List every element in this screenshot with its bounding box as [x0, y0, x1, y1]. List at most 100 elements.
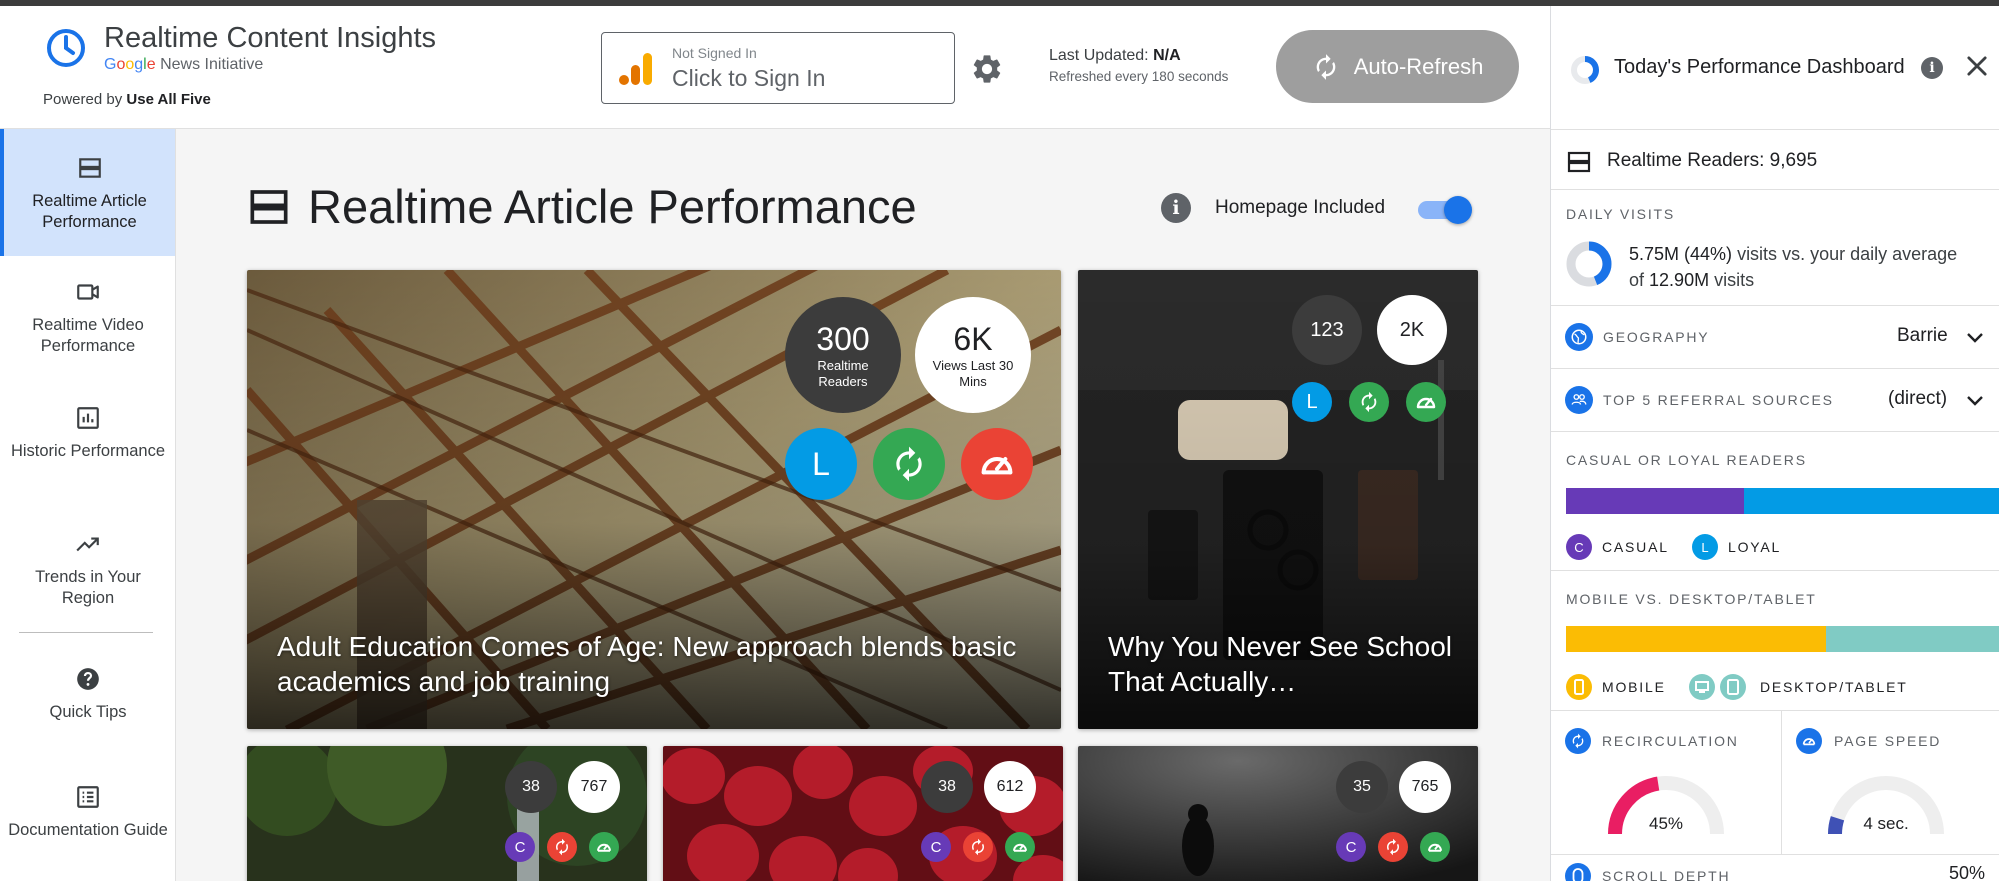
page-speed-icon [1005, 832, 1035, 862]
mobile-bar-fill [1566, 626, 1827, 652]
recirculation-icon [547, 832, 577, 862]
article-card-2[interactable]: 123 2K L Why You Never See School That A… [1078, 270, 1478, 729]
casual-badge: C [505, 832, 535, 862]
people-icon [1565, 386, 1593, 414]
sidebar-item-label: Historic Performance [10, 442, 166, 460]
powered-by: Powered by Use All Five [43, 91, 211, 108]
mobile-legend: MOBILE [1602, 679, 1666, 695]
realtime-readers-counter: 38 [921, 761, 973, 813]
article-icon [250, 190, 288, 224]
homepage-included-toggle[interactable] [1416, 196, 1472, 224]
performance-dashboard-panel: Today's Performance Dashboard i Realtime… [1550, 6, 1999, 881]
article-card-3[interactable]: 38 767 C [247, 746, 647, 881]
auto-refresh-button[interactable]: Auto-Refresh [1276, 30, 1519, 103]
main-content: Realtime Article Performance i Homepage … [176, 129, 1550, 881]
video-icon [77, 284, 99, 300]
referral-label: TOP 5 REFERRAL SOURCES [1603, 392, 1834, 408]
page-speed-value: 4 sec. [1863, 814, 1909, 833]
realtime-readers-total: Realtime Readers: 9,695 [1607, 150, 1818, 171]
close-icon[interactable] [1963, 52, 1991, 80]
desktop-icon [1689, 674, 1715, 700]
realtime-readers-counter: 300 Realtime Readers [785, 297, 901, 413]
featured-headline[interactable]: Adult Education Comes of Age: New approa… [277, 629, 1037, 699]
geography-value: Barrie [1897, 325, 1948, 346]
page-speed-label: PAGE SPEED [1834, 733, 1942, 749]
panel-header: Today's Performance Dashboard i [1551, 6, 1999, 129]
realtime-readers-counter: 35 [1336, 761, 1388, 813]
chevron-down-icon [1967, 396, 1983, 406]
sidebar: Realtime Article Performance Realtime Vi… [0, 129, 176, 881]
recirculation-icon [963, 832, 993, 862]
page-speed-icon [589, 832, 619, 862]
toggle-knob [1444, 196, 1472, 224]
info-icon[interactable]: i [1921, 57, 1943, 79]
views-counter: 765 [1399, 761, 1451, 813]
sidebar-item-realtime-video[interactable]: Realtime Video Performance [8, 279, 168, 357]
recirculation-icon [873, 428, 945, 500]
refresh-icon [1316, 53, 1336, 80]
daily-visits-donut [1566, 241, 1612, 287]
last-updated: Last Updated: N/A [1049, 47, 1181, 64]
views-counter: 2K [1377, 295, 1447, 365]
mobile-desktop-bar [1566, 626, 1999, 652]
mouse-icon [1565, 863, 1591, 881]
casual-loyal-label: CASUAL OR LOYAL READERS [1566, 452, 1807, 468]
recirculation-icon [1349, 382, 1389, 422]
chevron-down-icon [1967, 333, 1983, 343]
sidebar-item-realtime-article[interactable]: Realtime Article Performance [0, 129, 175, 256]
sidebar-item-label: Realtime Article Performance [32, 192, 147, 231]
sidebar-item-historic[interactable]: Historic Performance [8, 405, 168, 462]
scroll-depth-label: SCROLL DEPTH [1602, 868, 1731, 881]
recirculation-label: RECIRCULATION [1602, 733, 1739, 749]
signin-status: Not Signed In [672, 45, 757, 61]
article-icon [78, 158, 101, 178]
mobile-phone-icon [1566, 674, 1592, 700]
recirculation-speed-section: RECIRCULATION 45% PAGE SPEED 4 sec. [1551, 710, 1999, 855]
views-counter: 612 [984, 761, 1036, 813]
powered-by-brand[interactable]: Use All Five [126, 91, 210, 108]
desktop-legend: DESKTOP/TABLET [1760, 679, 1908, 695]
sidebar-item-quick-tips[interactable]: Quick Tips [8, 666, 168, 723]
homepage-included-label: Homepage Included [1215, 197, 1386, 218]
dashboard-donut-icon [1571, 56, 1599, 84]
globe-icon [1565, 323, 1593, 351]
sidebar-item-label: Quick Tips [49, 703, 127, 721]
daily-visits-label: DAILY VISITS [1566, 206, 1676, 222]
sidebar-item-documentation[interactable]: Documentation Guide [8, 784, 168, 841]
article-card-5[interactable]: 35 765 C [1078, 746, 1478, 881]
page-title: Realtime Article Performance [308, 180, 917, 233]
scroll-depth-value: 50% [1949, 863, 1986, 881]
trending-icon [76, 537, 99, 552]
info-icon[interactable]: i [1161, 193, 1191, 223]
refresh-note: Refreshed every 180 seconds [1049, 69, 1229, 84]
tablet-icon [1720, 674, 1746, 700]
casual-badge: C [1336, 832, 1366, 862]
referral-value: (direct) [1888, 388, 1948, 409]
loyal-badge: L [1692, 534, 1718, 560]
featured-article-card[interactable]: 300 Realtime Readers 6K Views Last 30 Mi… [247, 270, 1061, 729]
casual-badge: C [1566, 534, 1592, 560]
sidebar-item-trends[interactable]: Trends in Your Region [8, 531, 168, 609]
page-speed-icon [1420, 832, 1450, 862]
sidebar-item-label: Realtime Video Performance [32, 316, 144, 355]
analytics-icon [619, 53, 652, 85]
article-2-headline[interactable]: Why You Never See School That Actually… [1108, 629, 1454, 699]
loyal-legend: LOYAL [1728, 539, 1782, 555]
sign-in-button[interactable]: Not Signed In Click to Sign In [601, 32, 955, 104]
casual-bar-fill [1566, 488, 1744, 514]
section-divider [1781, 711, 1782, 855]
article-card-4[interactable]: 38 612 C [663, 746, 1063, 881]
recirculation-icon [1565, 728, 1591, 754]
realtime-readers-row: Realtime Readers: 9,695 [1551, 129, 1999, 189]
bar-chart-icon [77, 407, 99, 429]
sidebar-item-label: Trends in Your Region [35, 568, 141, 607]
page-speed-icon [1406, 382, 1446, 422]
realtime-readers-counter: 123 [1292, 295, 1362, 365]
signin-label: Click to Sign In [672, 65, 826, 91]
settings-gear-icon[interactable] [970, 52, 1004, 86]
geography-label: GEOGRAPHY [1603, 329, 1710, 345]
mobile-desktop-label: MOBILE VS. DESKTOP/TABLET [1566, 591, 1817, 607]
casual-badge: C [921, 832, 951, 862]
geography-dropdown[interactable]: GEOGRAPHY Barrie [1551, 305, 1999, 368]
referral-sources-dropdown[interactable]: TOP 5 REFERRAL SOURCES (direct) [1551, 368, 1999, 431]
